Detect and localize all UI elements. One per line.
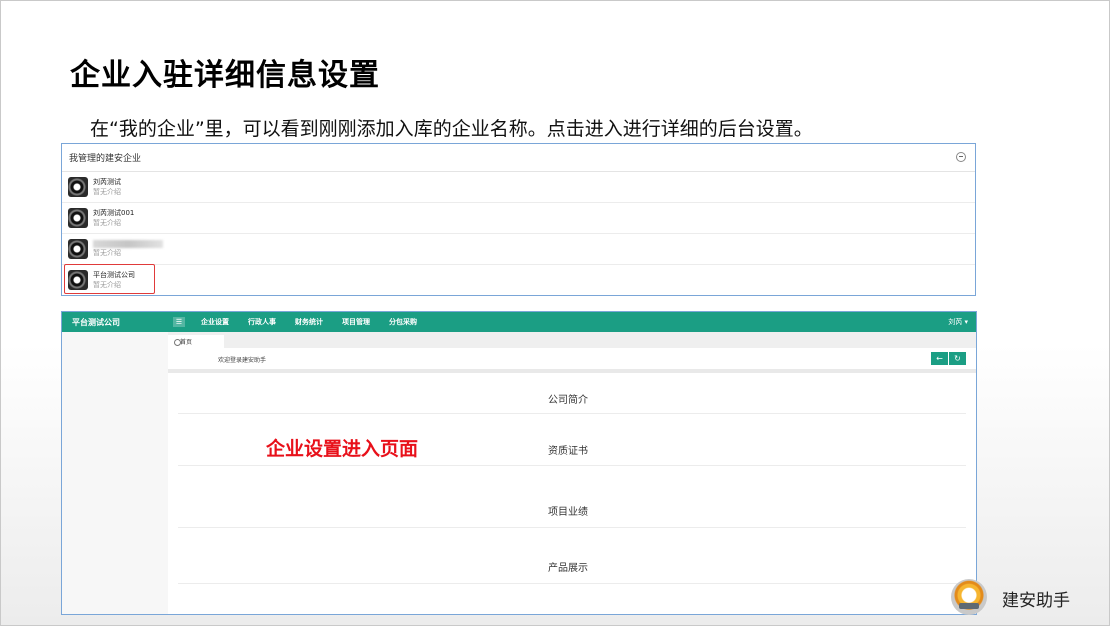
company-item-selected[interactable]: 平台测试公司 暂无介绍	[62, 264, 975, 295]
welcome-text: 欢迎登录建安助手	[218, 357, 267, 364]
sidebar	[62, 332, 169, 614]
tab-bar: 首页	[168, 332, 976, 348]
company-desc: 暂无介绍	[93, 249, 121, 257]
slide-subtitle: 在“我的企业”里，可以看到刚刚添加入库的企业名称。点击进入进行详细的后台设置。	[90, 118, 813, 140]
footer-brand-name: 建安助手	[1002, 591, 1070, 611]
main-content: 公司简介 资质证书 项目业绩 产品展示 企业设置进入页面	[168, 373, 976, 614]
nav-item-hr[interactable]: 行政人事	[248, 317, 276, 327]
company-admin-panel: 平台测试公司 ☰ 企业设置 行政人事 财务统计 项目管理 分包采购 刘芮 ▾ 首…	[61, 311, 977, 615]
section-project-performance[interactable]: 项目业绩	[178, 465, 966, 528]
nav-item-procurement[interactable]: 分包采购	[389, 317, 417, 327]
annotation-label: 企业设置进入页面	[266, 438, 419, 460]
company-item[interactable]: 暂无介绍	[62, 234, 975, 265]
company-item[interactable]: 刘芮测试 暂无介绍	[62, 172, 975, 203]
menu-icon[interactable]: ☰	[173, 317, 185, 327]
panel-header: 我管理的建安企业	[62, 144, 975, 172]
brand-logo-icon	[951, 579, 987, 615]
company-desc: 暂无介绍	[93, 188, 121, 196]
panel-header-title: 我管理的建安企业	[69, 154, 142, 164]
company-name: 刘芮测试	[93, 178, 121, 186]
user-menu[interactable]: 刘芮 ▾	[948, 317, 968, 327]
back-icon[interactable]: ←	[931, 352, 948, 365]
collapse-icon[interactable]	[956, 152, 966, 162]
company-name: 刘芮测试001	[93, 209, 135, 217]
company-item[interactable]: 刘芮测试001 暂无介绍	[62, 203, 975, 234]
nav-item-projects[interactable]: 项目管理	[342, 317, 370, 327]
refresh-icon[interactable]: ↻	[949, 352, 966, 365]
top-navbar: 平台测试公司 ☰ 企业设置 行政人事 财务统计 项目管理 分包采购 刘芮 ▾	[62, 312, 976, 332]
company-avatar	[68, 239, 88, 259]
section-label: 资质证书	[548, 446, 588, 457]
section-label: 公司简介	[548, 395, 588, 406]
selection-highlight	[64, 264, 155, 294]
company-desc: 暂无介绍	[93, 219, 121, 227]
tab-home[interactable]: 首页	[168, 335, 224, 348]
section-company-intro[interactable]: 公司简介	[178, 373, 966, 414]
section-label: 产品展示	[548, 563, 588, 574]
nav-item-finance[interactable]: 财务统计	[295, 317, 323, 327]
nav-item-company-settings[interactable]: 企业设置	[201, 317, 229, 327]
slide-title: 企业入驻详细信息设置	[70, 58, 380, 93]
company-avatar	[68, 177, 88, 197]
section-products[interactable]: 产品展示	[178, 527, 966, 584]
company-name-blurred	[93, 240, 163, 248]
company-avatar	[68, 208, 88, 228]
section-label: 项目业绩	[548, 507, 588, 518]
my-companies-panel: 我管理的建安企业 刘芮测试 暂无介绍 刘芮测试001 暂无介绍 暂无介绍 平台测…	[61, 143, 976, 296]
brand-title: 平台测试公司	[72, 317, 120, 327]
welcome-bar: 欢迎登录建安助手 ← ↻	[168, 348, 976, 373]
